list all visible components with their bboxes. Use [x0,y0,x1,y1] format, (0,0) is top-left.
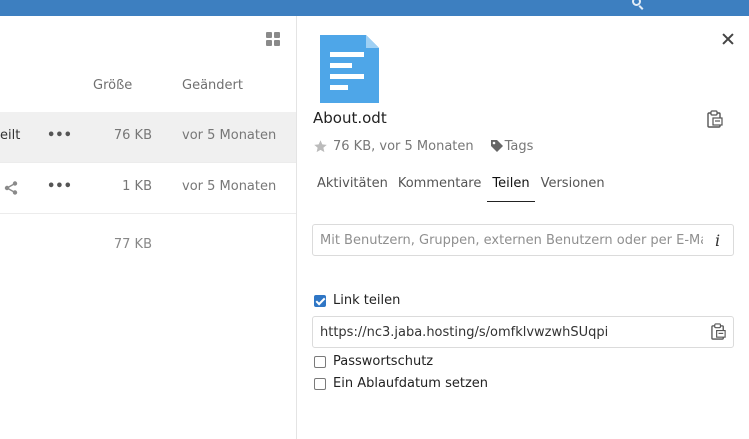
column-header-modified[interactable]: Geändert [182,78,243,93]
password-protect-toggle[interactable]: Passwortschutz [314,354,433,369]
header-bar [0,0,749,16]
table-row[interactable]: eilt ••• 76 KB vor 5 Monaten [0,112,296,163]
password-protect-checkbox[interactable] [314,355,326,368]
tab-comments[interactable]: Kommentare [394,176,486,202]
share-with-input[interactable] [312,224,734,256]
column-header-size[interactable]: Größe [93,78,132,93]
tags-link[interactable]: Tags [505,139,534,154]
expiration-date-label: Ein Ablaufdatum setzen [333,376,489,391]
file-name[interactable]: eilt [0,128,20,143]
file-size-age: 76 KB, vor 5 Monaten [333,138,474,154]
summary-size: 77 KB [113,237,152,252]
more-actions-icon[interactable]: ••• [47,128,72,143]
search-icon[interactable] [632,0,641,6]
grid-view-icon[interactable] [266,32,281,47]
expiration-date-checkbox[interactable] [314,377,326,390]
more-actions-icon[interactable]: ••• [47,179,72,194]
expiration-date-toggle[interactable]: Ein Ablaufdatum setzen [314,376,488,391]
clipboard-icon[interactable] [711,323,727,340]
link-share-toggle[interactable]: Link teilen [314,293,400,308]
tab-sharing[interactable]: Teilen [487,176,535,202]
share-icon[interactable] [4,181,18,195]
clipboard-icon[interactable] [707,110,724,128]
share-link-field[interactable] [312,316,734,348]
document-icon [320,35,379,103]
details-sidebar: About.odt 76 KB, vor 5 Monaten Tags Akti… [297,16,749,439]
link-share-label: Link teilen [333,293,401,308]
file-modified: vor 5 Monaten [182,179,277,194]
password-protect-label: Passwortschutz [333,354,434,369]
tag-icon [490,140,503,152]
sidebar-tabs: Aktivitäten Kommentare Teilen Versionen [313,176,611,202]
file-title: About.odt [313,109,387,127]
file-size: 1 KB [122,179,152,194]
file-list: Größe Geändert eilt ••• 76 KB vor 5 Mona… [0,16,296,439]
file-size: 76 KB [113,128,152,143]
info-icon[interactable]: i [715,231,720,250]
table-row[interactable]: ••• 1 KB vor 5 Monaten [0,163,296,214]
tab-activities[interactable]: Aktivitäten [313,176,392,202]
file-modified: vor 5 Monaten [182,128,277,143]
file-meta: 76 KB, vor 5 Monaten Tags [313,137,533,155]
tab-versions[interactable]: Versionen [537,176,609,202]
close-icon[interactable] [721,32,735,46]
link-share-checkbox[interactable] [314,294,326,307]
star-icon[interactable] [313,139,328,154]
